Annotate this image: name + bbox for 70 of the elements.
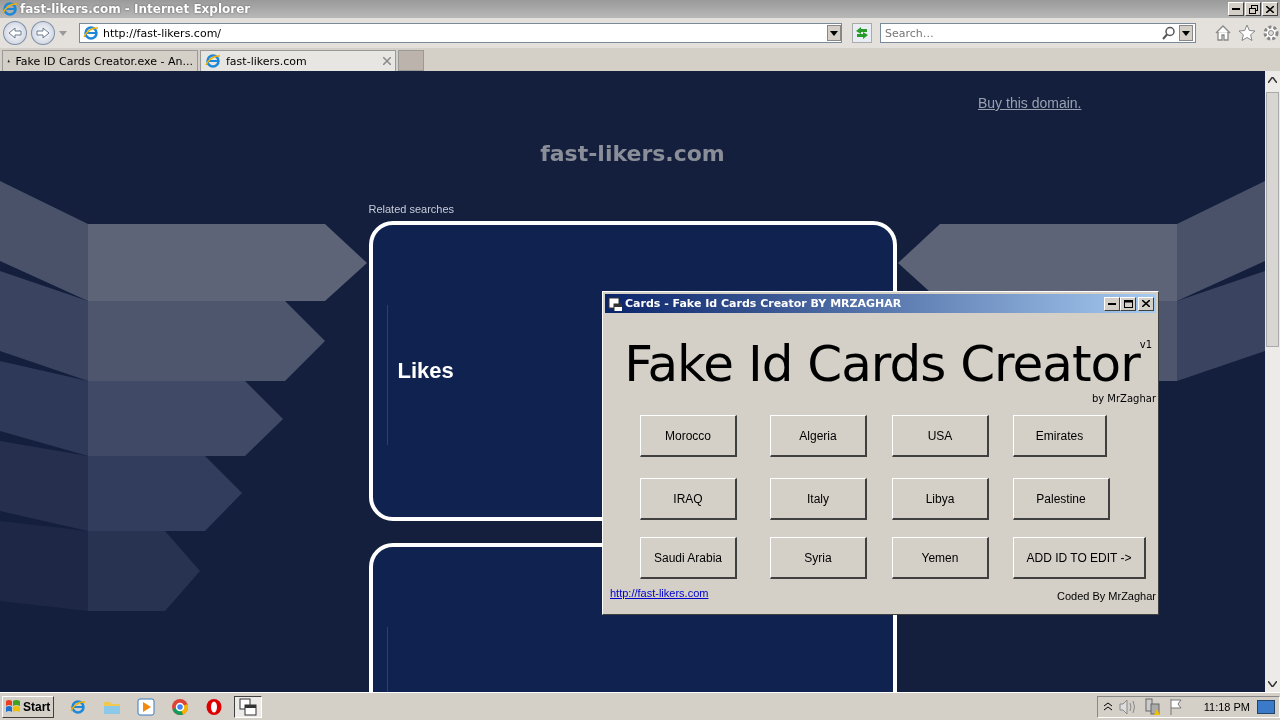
arrow-left-icon (8, 27, 22, 39)
minimize-icon (1232, 8, 1240, 10)
country-button[interactable]: Saudi Arabia (640, 537, 737, 579)
restore-button[interactable] (1245, 2, 1261, 16)
restore-icon (1248, 4, 1258, 14)
country-button[interactable]: Yemen (892, 537, 989, 579)
show-desktop-icon[interactable] (1257, 699, 1275, 714)
refresh-button[interactable] (852, 23, 872, 43)
browser-tab[interactable]: Fake ID Cards Creator.exe - An... (2, 50, 198, 71)
section-label: Related searches (368, 203, 456, 215)
close-icon (1142, 300, 1150, 307)
maximize-icon (1123, 299, 1133, 308)
back-button[interactable] (3, 21, 27, 45)
country-button[interactable]: Libya (892, 478, 989, 520)
home-icon[interactable] (1214, 24, 1232, 42)
card-title: Likes (397, 358, 454, 384)
close-icon (1266, 5, 1274, 13)
search-icon[interactable] (1162, 26, 1176, 40)
browser-logo-icon (82, 25, 99, 41)
chrome-icon[interactable] (171, 697, 189, 716)
browser-logo-icon (205, 53, 221, 69)
browser-logo-icon (70, 698, 86, 715)
opera-icon[interactable] (205, 697, 223, 716)
close-button[interactable] (1138, 296, 1154, 311)
chevron-down-icon (1268, 680, 1277, 687)
domain-title: fast-likers.com (540, 141, 725, 166)
version-label: v1 (1139, 339, 1152, 350)
taskbar-button[interactable] (234, 695, 262, 718)
country-button[interactable]: Morocco (640, 415, 737, 457)
website-link[interactable]: http://fast-likers.com (610, 587, 709, 599)
country-button[interactable]: Syria (770, 537, 867, 579)
star-icon[interactable] (1238, 24, 1256, 42)
minimize-button[interactable] (1104, 296, 1120, 311)
country-button[interactable]: IRAQ (640, 478, 737, 520)
country-button[interactable]: Palestine (1013, 478, 1110, 520)
app-icon (608, 296, 622, 311)
network-warning-icon[interactable] (1143, 697, 1162, 716)
credit-label: Coded By MrZaghar (1056, 590, 1156, 602)
country-button[interactable]: USA (892, 415, 989, 457)
browser-logo-icon (2, 1, 18, 17)
windows-logo-icon (5, 699, 21, 714)
start-button[interactable]: Start (2, 695, 54, 718)
maximize-button[interactable] (1120, 296, 1136, 311)
close-icon[interactable] (383, 57, 391, 65)
close-button[interactable] (1262, 2, 1278, 16)
speaker-icon[interactable] (1118, 698, 1137, 715)
refresh-icon (855, 26, 869, 40)
caret-icon[interactable] (830, 30, 838, 36)
minimize-button[interactable] (1228, 2, 1244, 16)
forward-button[interactable] (30, 21, 55, 45)
search-field[interactable]: Search… (880, 23, 1196, 43)
app-window-icon[interactable] (239, 697, 257, 716)
settings-icon[interactable] (1262, 24, 1280, 42)
country-button[interactable]: ADD ID TO EDIT -> (1013, 537, 1146, 579)
address-field[interactable]: http://fast-likers.com/ (78, 23, 842, 43)
country-button[interactable]: Algeria (770, 415, 867, 457)
chevron-up-icon (1268, 76, 1277, 83)
flag-icon[interactable] (1168, 697, 1185, 716)
scrollbar-thumb[interactable] (1266, 92, 1279, 347)
author-label: by MrZaghar (1090, 393, 1156, 405)
window-title: fast-likers.com - Internet Explorer (20, 2, 252, 16)
country-button[interactable]: Emirates (1013, 415, 1107, 457)
arrow-right-icon (35, 27, 50, 39)
play-icon[interactable] (137, 697, 155, 716)
caret-icon[interactable] (1182, 30, 1190, 36)
clock[interactable]: 11:18 PM (1203, 700, 1250, 713)
buy-domain-link[interactable]: Buy this domain. (978, 95, 1082, 111)
browser-tab[interactable]: fast-likers.com (200, 50, 396, 71)
chevron-up-icon[interactable] (1103, 702, 1112, 711)
country-button[interactable]: Italy (770, 478, 867, 520)
